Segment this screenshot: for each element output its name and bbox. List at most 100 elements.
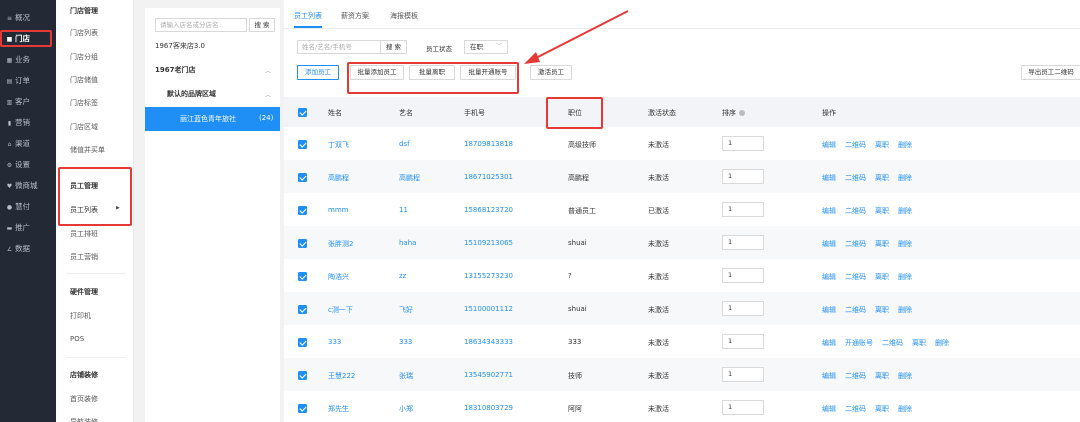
subnav-item[interactable]: 打印机 [70,311,91,321]
row-checkbox[interactable] [298,338,307,347]
nav-item[interactable]: ∠ 数据 [6,242,30,256]
selected-store[interactable]: 丽江蓝色青年旅社 (24) [145,107,280,131]
store-brand[interactable]: 1967客来店3.0 [155,41,205,51]
subnav-item[interactable]: 员工列表 [70,205,98,215]
nav-item[interactable]: ≡ 概况 [6,11,30,25]
row-action-link[interactable]: 二维码 [845,141,866,149]
row-checkbox[interactable] [298,140,307,149]
row-action-link[interactable]: 编辑 [822,405,836,413]
nav-item[interactable]: ■ 门店 [6,32,30,46]
row-action-link[interactable]: 编辑 [822,174,836,182]
row-action-link[interactable]: 删除 [898,174,912,182]
row-action-link[interactable]: 编辑 [822,339,836,347]
row-action-link[interactable]: 删除 [898,405,912,413]
staff-name[interactable]: 郑先生 [328,404,349,414]
staff-name[interactable]: 张胖测2 [328,239,353,249]
row-action-link[interactable]: 删除 [898,306,912,314]
tab-salary-plan[interactable]: 薪资方案 [341,11,369,21]
row-action-link[interactable]: 离职 [875,372,889,380]
sort-input[interactable]: 1 [722,367,764,382]
subnav-item[interactable]: 员工营销 [70,252,98,262]
select-all-checkbox[interactable] [298,108,307,117]
row-action-link[interactable]: 删除 [898,273,912,281]
sort-input[interactable]: 1 [722,301,764,316]
activate-staff-button[interactable]: 激活员工 [530,65,572,80]
subnav-item[interactable]: POS [70,335,84,343]
chevron-up-icon[interactable]: ︿ [265,66,271,75]
row-action-link[interactable]: 二维码 [845,372,866,380]
staff-name[interactable]: c测一下 [328,305,353,315]
store-search-button[interactable]: 搜 索 [249,18,275,32]
row-action-link[interactable]: 编辑 [822,207,836,215]
info-icon[interactable] [739,109,745,116]
sort-input[interactable]: 1 [722,334,764,349]
tab-poster-template[interactable]: 海报模板 [390,11,418,21]
subnav-item[interactable]: 门店标签 [70,98,98,108]
row-action-link[interactable]: 二维码 [845,405,866,413]
staff-name[interactable]: 高鹏程 [328,173,349,183]
subnav-item[interactable]: 员工排班 [70,229,98,239]
sort-input[interactable]: 1 [722,268,764,283]
row-action-link[interactable]: 离职 [875,306,889,314]
batch-add-staff-button[interactable]: 批量添加员工 [350,65,404,80]
row-action-link[interactable]: 编辑 [822,273,836,281]
row-checkbox[interactable] [298,239,307,248]
batch-resign-button[interactable]: 批量离职 [409,65,455,80]
staff-name[interactable]: mmm [328,206,348,214]
store-region[interactable]: 默认的品牌区域 [167,89,216,99]
subnav-item[interactable]: 门店储值 [70,75,98,85]
staff-search-input[interactable]: 姓名/艺名/手机号 [297,40,381,54]
chevron-up-icon[interactable]: ︿ [265,90,271,99]
batch-open-account-button[interactable]: 批量开通账号 [460,65,516,80]
subnav-item[interactable]: 导航装修 [70,417,98,422]
row-checkbox[interactable] [298,206,307,215]
row-action-link[interactable]: 删除 [898,141,912,149]
row-checkbox[interactable] [298,173,307,182]
nav-item[interactable]: ▤ 订单 [6,74,30,88]
tab-staff-list[interactable]: 员工列表 [294,11,322,21]
row-action-link[interactable]: 离职 [875,273,889,281]
row-action-link[interactable]: 二维码 [845,174,866,182]
row-action-link[interactable]: 开通账号 [845,339,873,347]
nav-item[interactable]: ⌂ 渠道 [6,137,30,151]
nav-item[interactable]: ⚙ 设置 [6,158,30,172]
row-action-link[interactable]: 离职 [912,339,926,347]
nav-item[interactable]: ▮ 营销 [6,116,30,130]
nav-item[interactable]: ▦ 业务 [6,53,30,67]
row-action-link[interactable]: 二维码 [845,207,866,215]
add-staff-button[interactable]: 添加员工 [297,65,339,80]
staff-search-button[interactable]: 搜 索 [381,40,407,54]
subnav-item[interactable]: 门店列表 [70,28,98,38]
staff-name[interactable]: 王慧222 [328,371,355,381]
sort-input[interactable]: 1 [722,169,764,184]
export-qrcode-button[interactable]: 导出员工二维码 [1021,65,1080,80]
row-action-link[interactable]: 二维码 [882,339,903,347]
staff-name[interactable]: 丁双飞 [328,140,349,150]
nav-item[interactable]: ♥ 微商城 [6,179,38,193]
nav-item[interactable]: ▬ 推广 [6,221,30,235]
sort-input[interactable]: 1 [722,235,764,250]
row-action-link[interactable]: 离职 [875,141,889,149]
row-action-link[interactable]: 删除 [935,339,949,347]
store-search-input[interactable]: 请输入店名或分店名 [155,18,247,32]
status-filter-select[interactable]: 在职 ﹀ [464,40,508,54]
store-group[interactable]: 1967老门店 [155,65,195,75]
row-action-link[interactable]: 编辑 [822,141,836,149]
row-checkbox[interactable] [298,305,307,314]
row-checkbox[interactable] [298,272,307,281]
sort-input[interactable]: 1 [722,202,764,217]
subnav-item[interactable]: 门店区域 [70,122,98,132]
row-action-link[interactable]: 离职 [875,240,889,248]
sort-input[interactable]: 1 [722,400,764,415]
row-action-link[interactable]: 编辑 [822,240,836,248]
row-checkbox[interactable] [298,371,307,380]
row-action-link[interactable]: 删除 [898,207,912,215]
staff-name[interactable]: 陶浩兴 [328,272,349,282]
staff-name[interactable]: 333 [328,338,341,346]
row-action-link[interactable]: 编辑 [822,372,836,380]
row-action-link[interactable]: 离职 [875,207,889,215]
row-action-link[interactable]: 删除 [898,240,912,248]
row-action-link[interactable]: 编辑 [822,306,836,314]
row-action-link[interactable]: 删除 [898,372,912,380]
nav-item[interactable]: ▥ 客户 [6,95,30,109]
